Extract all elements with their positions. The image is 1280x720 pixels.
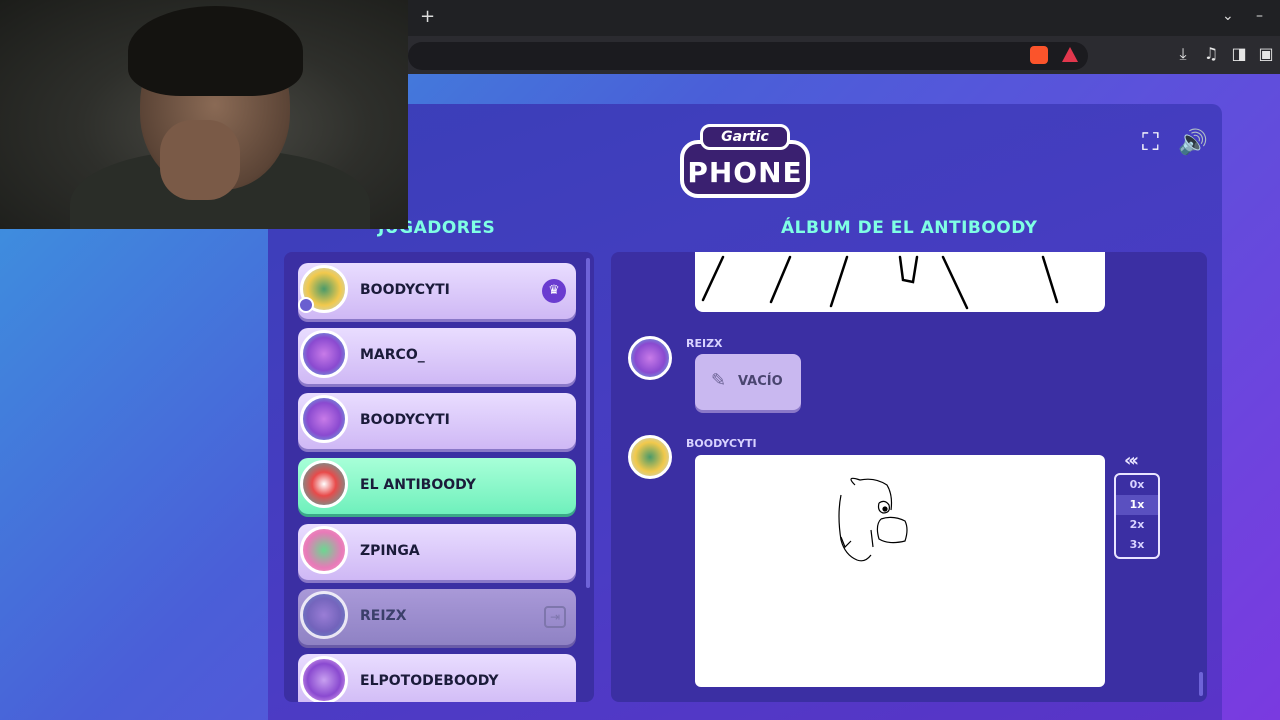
message-author: BOODYCYTI bbox=[686, 437, 757, 450]
player-card[interactable]: BOODYCYTI ♛ bbox=[298, 263, 576, 319]
player-name: REIZX bbox=[360, 608, 407, 624]
album-title: ÁLBUM DE EL ANTIBOODY bbox=[781, 218, 1038, 238]
player-card[interactable]: BOODYCYTI bbox=[298, 393, 576, 449]
player-card[interactable]: ZPINGA bbox=[298, 524, 576, 580]
speed-option[interactable]: 0x bbox=[1116, 475, 1158, 495]
fullscreen-icon[interactable]: ⛶ bbox=[1142, 128, 1159, 156]
drawing-canvas bbox=[695, 455, 1105, 687]
minimize-icon[interactable]: – bbox=[1256, 8, 1263, 24]
message-author: REIZX bbox=[686, 337, 723, 350]
wallet-icon[interactable]: ▣ bbox=[1255, 44, 1277, 63]
speed-option-selected[interactable]: 1x bbox=[1116, 495, 1158, 515]
player-card[interactable]: MARCO_ bbox=[298, 328, 576, 384]
player-name: ZPINGA bbox=[360, 543, 420, 559]
pencil-icon: ✎ bbox=[711, 370, 727, 391]
address-bar[interactable] bbox=[408, 42, 1088, 70]
player-card-left[interactable]: REIZX ⇥ bbox=[298, 589, 576, 645]
player-name: EL ANTIBOODY bbox=[360, 477, 476, 493]
avatar bbox=[628, 336, 672, 380]
left-game-icon: ⇥ bbox=[544, 606, 566, 628]
crown-icon: ♛ bbox=[542, 279, 566, 303]
speed-option[interactable]: 3x bbox=[1116, 535, 1158, 555]
players-panel: BOODYCYTI ♛ MARCO_ BOODYCYTI EL ANTIBOOD… bbox=[284, 252, 594, 702]
empty-label: VACÍO bbox=[738, 374, 783, 389]
avatar bbox=[300, 330, 348, 378]
player-name: BOODYCYTI bbox=[360, 282, 450, 298]
tab-search-icon[interactable]: ⌄ bbox=[1222, 8, 1234, 24]
brave-rewards-icon[interactable] bbox=[1062, 47, 1078, 62]
player-name: ELPOTODEBOODY bbox=[360, 673, 499, 689]
avatar bbox=[628, 435, 672, 479]
webcam-overlay bbox=[0, 0, 408, 229]
gartic-phone-logo: Gartic PHONE bbox=[680, 122, 810, 200]
brave-shields-icon[interactable] bbox=[1030, 46, 1048, 64]
avatar bbox=[300, 526, 348, 574]
players-scrollbar[interactable] bbox=[586, 258, 590, 588]
drawing-canvas-previous bbox=[695, 252, 1105, 312]
player-name: BOODYCYTI bbox=[360, 412, 450, 428]
sidebar-icon[interactable]: ◨ bbox=[1228, 44, 1250, 63]
volume-icon[interactable]: 🔊 bbox=[1178, 128, 1208, 156]
empty-entry-bubble: ✎ VACÍO bbox=[695, 354, 801, 410]
new-tab-icon[interactable]: + bbox=[420, 6, 435, 27]
media-icon[interactable]: ♫ bbox=[1200, 44, 1222, 63]
download-icon[interactable]: ⤓ bbox=[1172, 44, 1194, 64]
you-badge-icon bbox=[298, 297, 314, 313]
avatar bbox=[300, 460, 348, 508]
rewind-icon[interactable]: «‹ bbox=[1124, 450, 1139, 471]
player-card[interactable]: ELPOTODEBOODY bbox=[298, 654, 576, 702]
avatar bbox=[300, 395, 348, 443]
player-name: MARCO_ bbox=[360, 347, 425, 363]
playback-speed-selector: 0x 1x 2x 3x bbox=[1114, 473, 1160, 559]
speed-option[interactable]: 2x bbox=[1116, 515, 1158, 535]
player-card-active[interactable]: EL ANTIBOODY bbox=[298, 458, 576, 514]
avatar bbox=[300, 591, 348, 639]
avatar bbox=[300, 656, 348, 702]
hand-cursor-icon: ☝ bbox=[1028, 470, 1039, 491]
album-scrollbar[interactable] bbox=[1199, 672, 1203, 696]
